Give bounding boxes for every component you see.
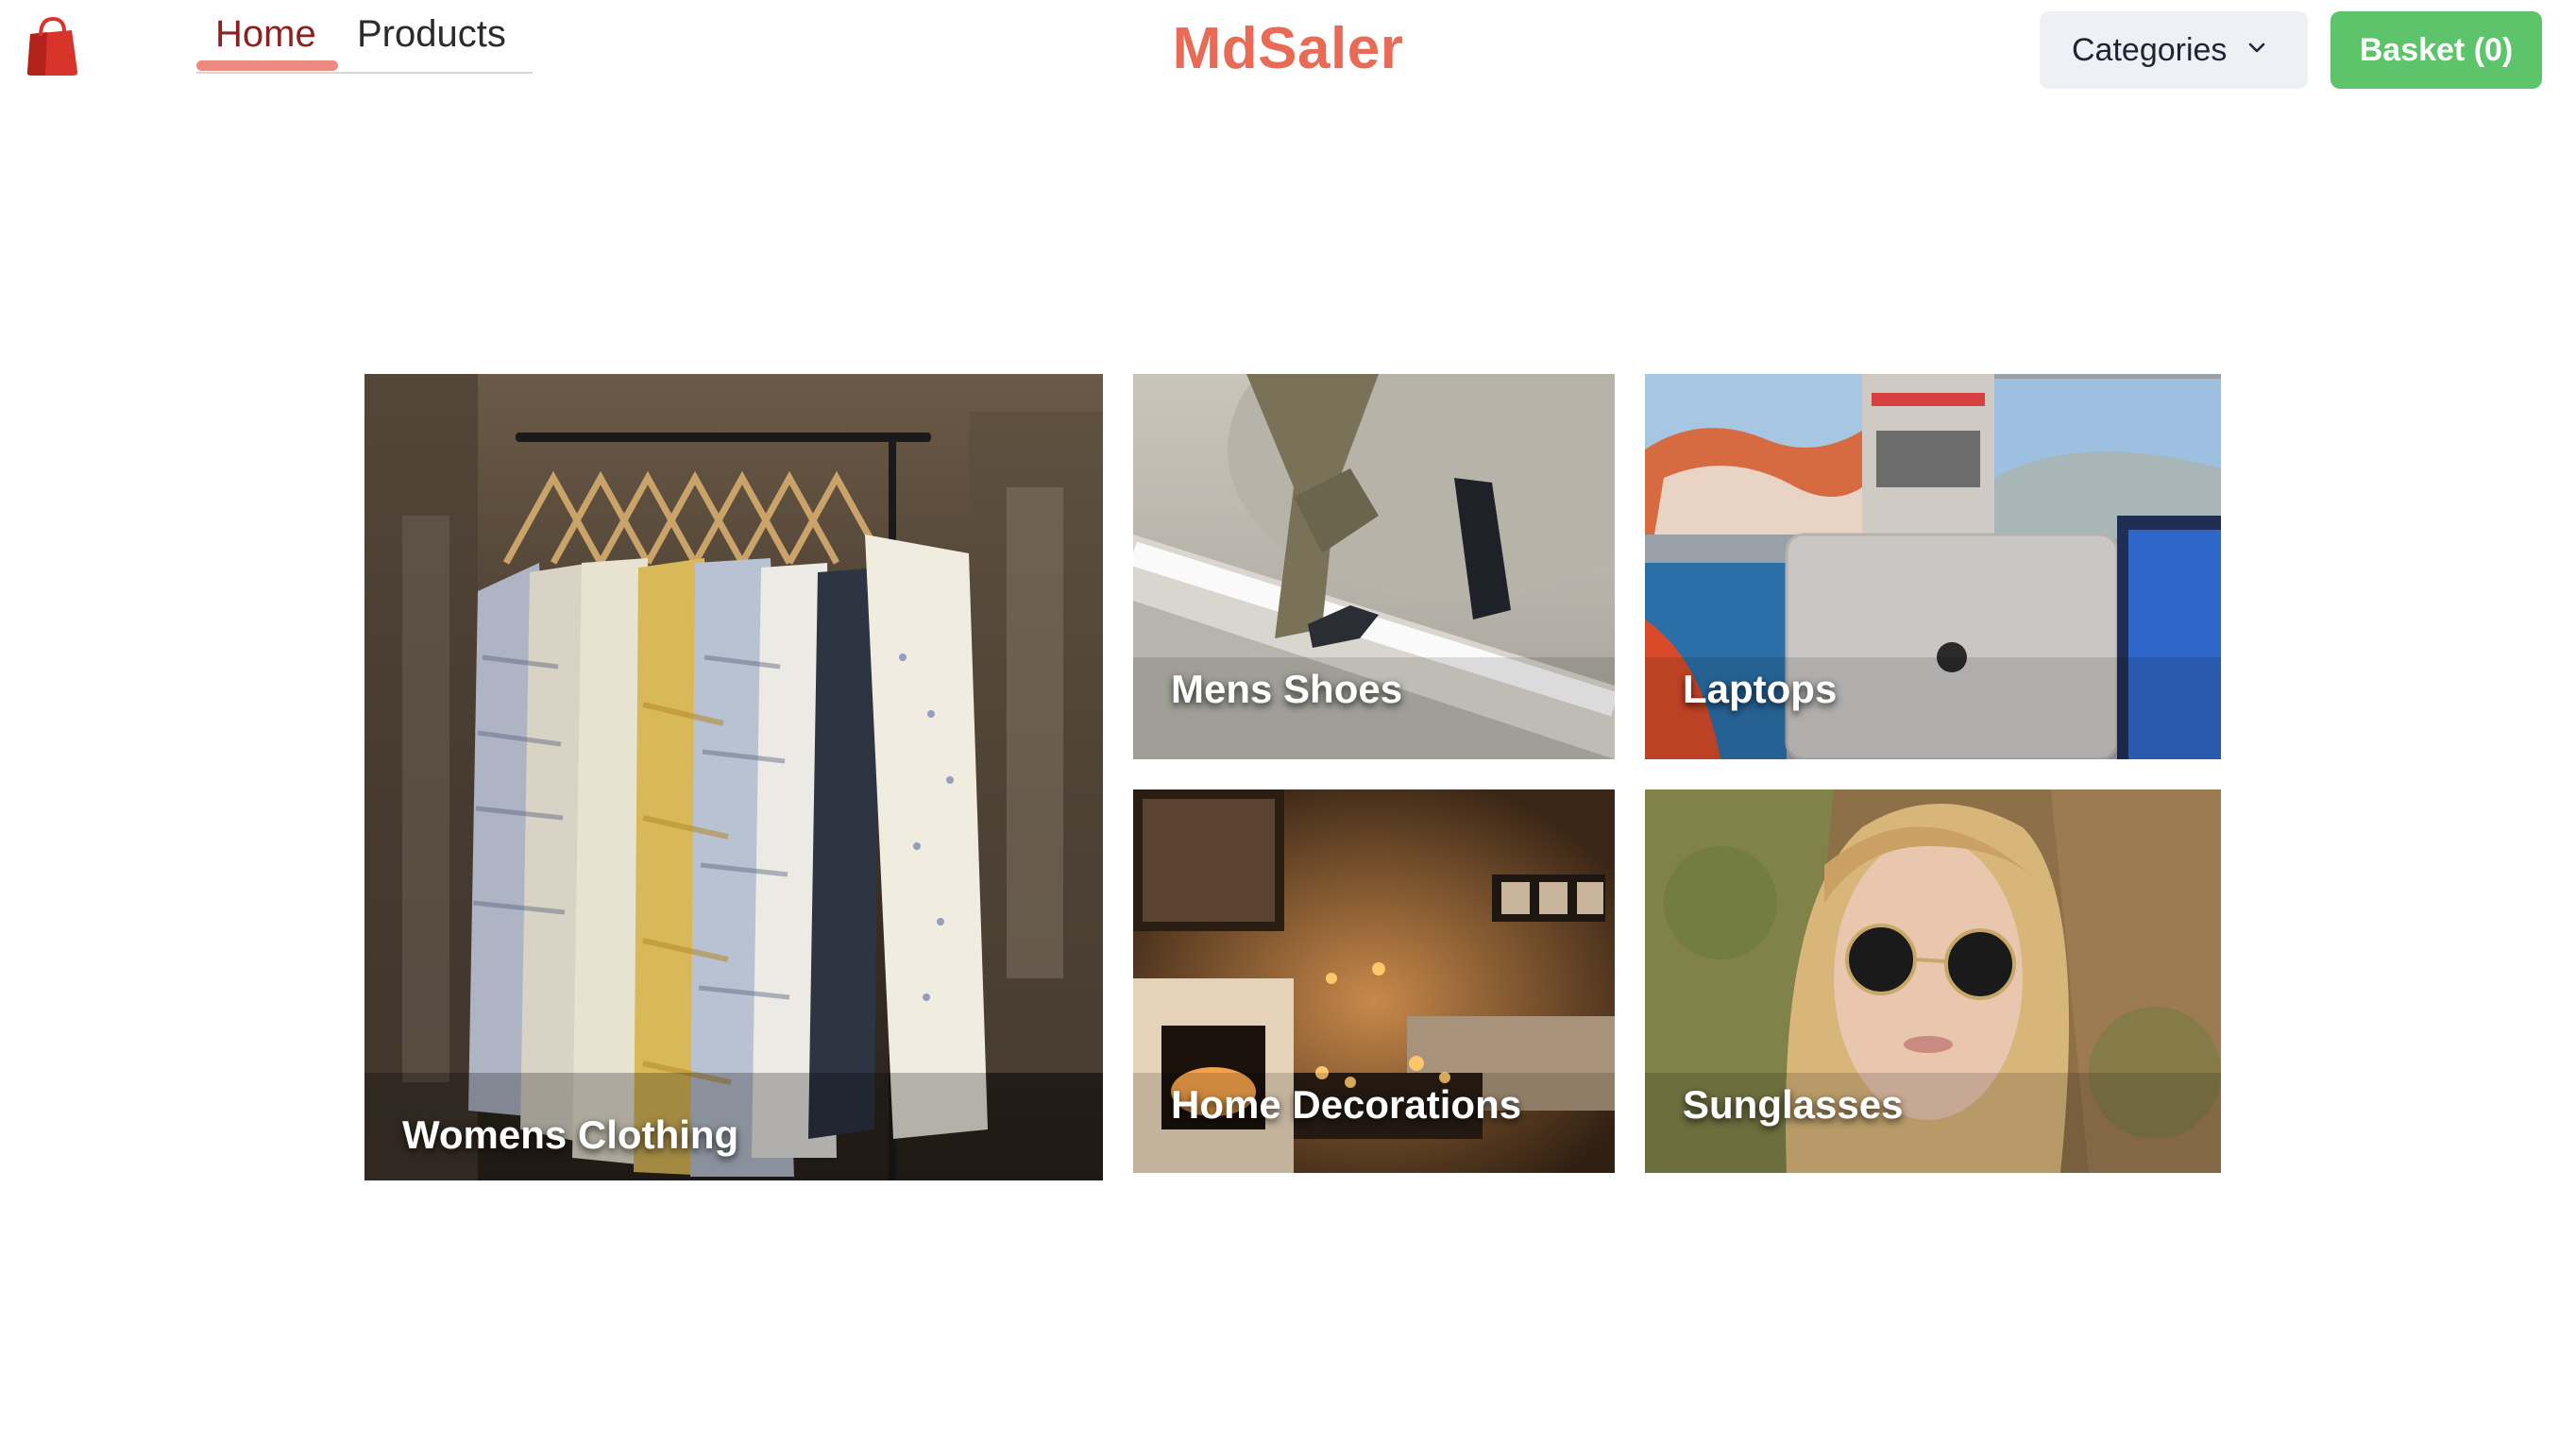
tile-label: Home Decorations (1171, 1082, 1522, 1127)
tile-label: Sunglasses (1683, 1082, 1904, 1127)
tile-label: Womens Clothing (402, 1112, 739, 1157)
basket-button[interactable]: Basket (0) (2330, 11, 2542, 89)
nav-products-link[interactable]: Products (357, 13, 506, 56)
tile-label: Mens Shoes (1171, 667, 1403, 711)
basket-label: Basket (0) (2359, 31, 2514, 68)
top-navbar: Home Products MdSaler Categories Basket … (0, 0, 2576, 104)
shopping-bag-icon[interactable] (25, 15, 79, 77)
tile-label: Laptops (1683, 667, 1838, 711)
categories-label: Categories (2072, 31, 2228, 68)
nav-home-link[interactable]: Home (215, 13, 316, 56)
womens-clothing-image (364, 374, 1103, 1180)
categories-dropdown-button[interactable]: Categories (2040, 11, 2308, 89)
category-tile-sunglasses[interactable]: Sunglasses (1645, 789, 2221, 1173)
category-tile-home-decorations[interactable]: Home Decorations (1133, 789, 1615, 1173)
category-tile-laptops[interactable]: Laptops (1645, 374, 2221, 759)
active-nav-indicator (196, 60, 338, 71)
category-tile-womens-clothing[interactable]: Womens Clothing (364, 374, 1103, 1180)
chevron-down-icon (2248, 42, 2265, 53)
category-tile-mens-shoes[interactable]: Mens Shoes (1133, 374, 1615, 759)
site-title[interactable]: MdSaler (1086, 15, 1490, 82)
main-nav: Home Products (196, 9, 533, 74)
